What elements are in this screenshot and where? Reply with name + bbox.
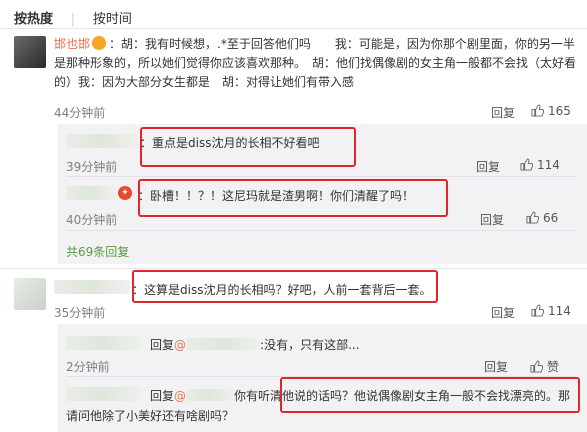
fan-badge-icon: ✦ [118,186,132,200]
reply-button[interactable]: 回复 [491,104,515,121]
like-count: 165 [548,104,571,118]
view-all-replies-link[interactable]: 共69条回复 [66,243,129,260]
blurred-mention [186,338,261,350]
thumbs-up-icon [526,211,539,224]
sort-by-time-tab[interactable]: 按时间 [93,12,132,27]
reply-button[interactable]: 回复 [476,158,500,175]
thumbs-up-icon [530,360,543,373]
mention-link[interactable]: @ [174,338,186,352]
mention-link[interactable]: @ [174,389,186,403]
divider [0,268,587,269]
divider [66,230,576,231]
blurred-username [66,336,142,350]
divider [66,176,576,177]
like-button[interactable]: 66 [526,211,558,225]
reply-text: 回复@:没有，只有这部... [150,338,360,352]
blurred-username [66,134,138,148]
like-button[interactable]: 赞 [530,358,559,375]
like-button[interactable]: 165 [531,104,571,118]
divider [0,28,587,29]
comment-body: 邯也邯 ：胡：我有时候想，.*至于回答他们吗 我：可能是，因为你那个剧里面，你的另… [54,35,576,92]
comment-time: 44分钟前 [54,106,106,120]
highlight-box [138,179,448,217]
thumbs-up-icon [520,158,533,171]
reply-button[interactable]: 回复 [491,304,515,321]
like-count: 114 [537,158,560,172]
like-button[interactable]: 114 [520,158,560,172]
user-avatar[interactable] [14,278,46,310]
comment-time: 35分钟前 [54,306,106,320]
thumbs-up-icon [531,104,544,117]
thumbs-up-icon [531,304,544,317]
blurred-username [66,186,116,200]
reply-button[interactable]: 回复 [484,358,508,375]
reply-text-line2: 请问他除了小美好还有啥剧吗？ [66,409,235,423]
highlight-box [140,127,356,167]
reply-time: 40分钟前 [66,213,118,227]
username-link[interactable]: 邯也邯 [54,37,90,51]
vip-badge-icon [92,36,107,50]
reply-time: 39分钟前 [66,160,118,174]
blurred-username [54,280,130,294]
user-avatar[interactable] [14,36,46,68]
comment-text: ：胡：我有时候想，.*至于回答他们吗 我：可能是，因为你那个剧里面，你的另一半是… [54,37,577,89]
highlight-box [280,377,580,413]
reply-time: 2分钟前 [66,360,110,374]
highlight-box [132,270,438,303]
like-count: 114 [548,304,571,318]
tab-divider: | [57,12,89,27]
like-label: 赞 [547,360,560,374]
reply-button[interactable]: 回复 [480,211,504,228]
like-count: 66 [543,211,559,225]
blurred-username [66,387,142,401]
sort-tabs: 按热度 | 按时间 [14,8,132,27]
blurred-mention [186,389,235,401]
sort-by-hot-tab[interactable]: 按热度 [14,12,53,27]
like-button[interactable]: 114 [531,304,571,318]
